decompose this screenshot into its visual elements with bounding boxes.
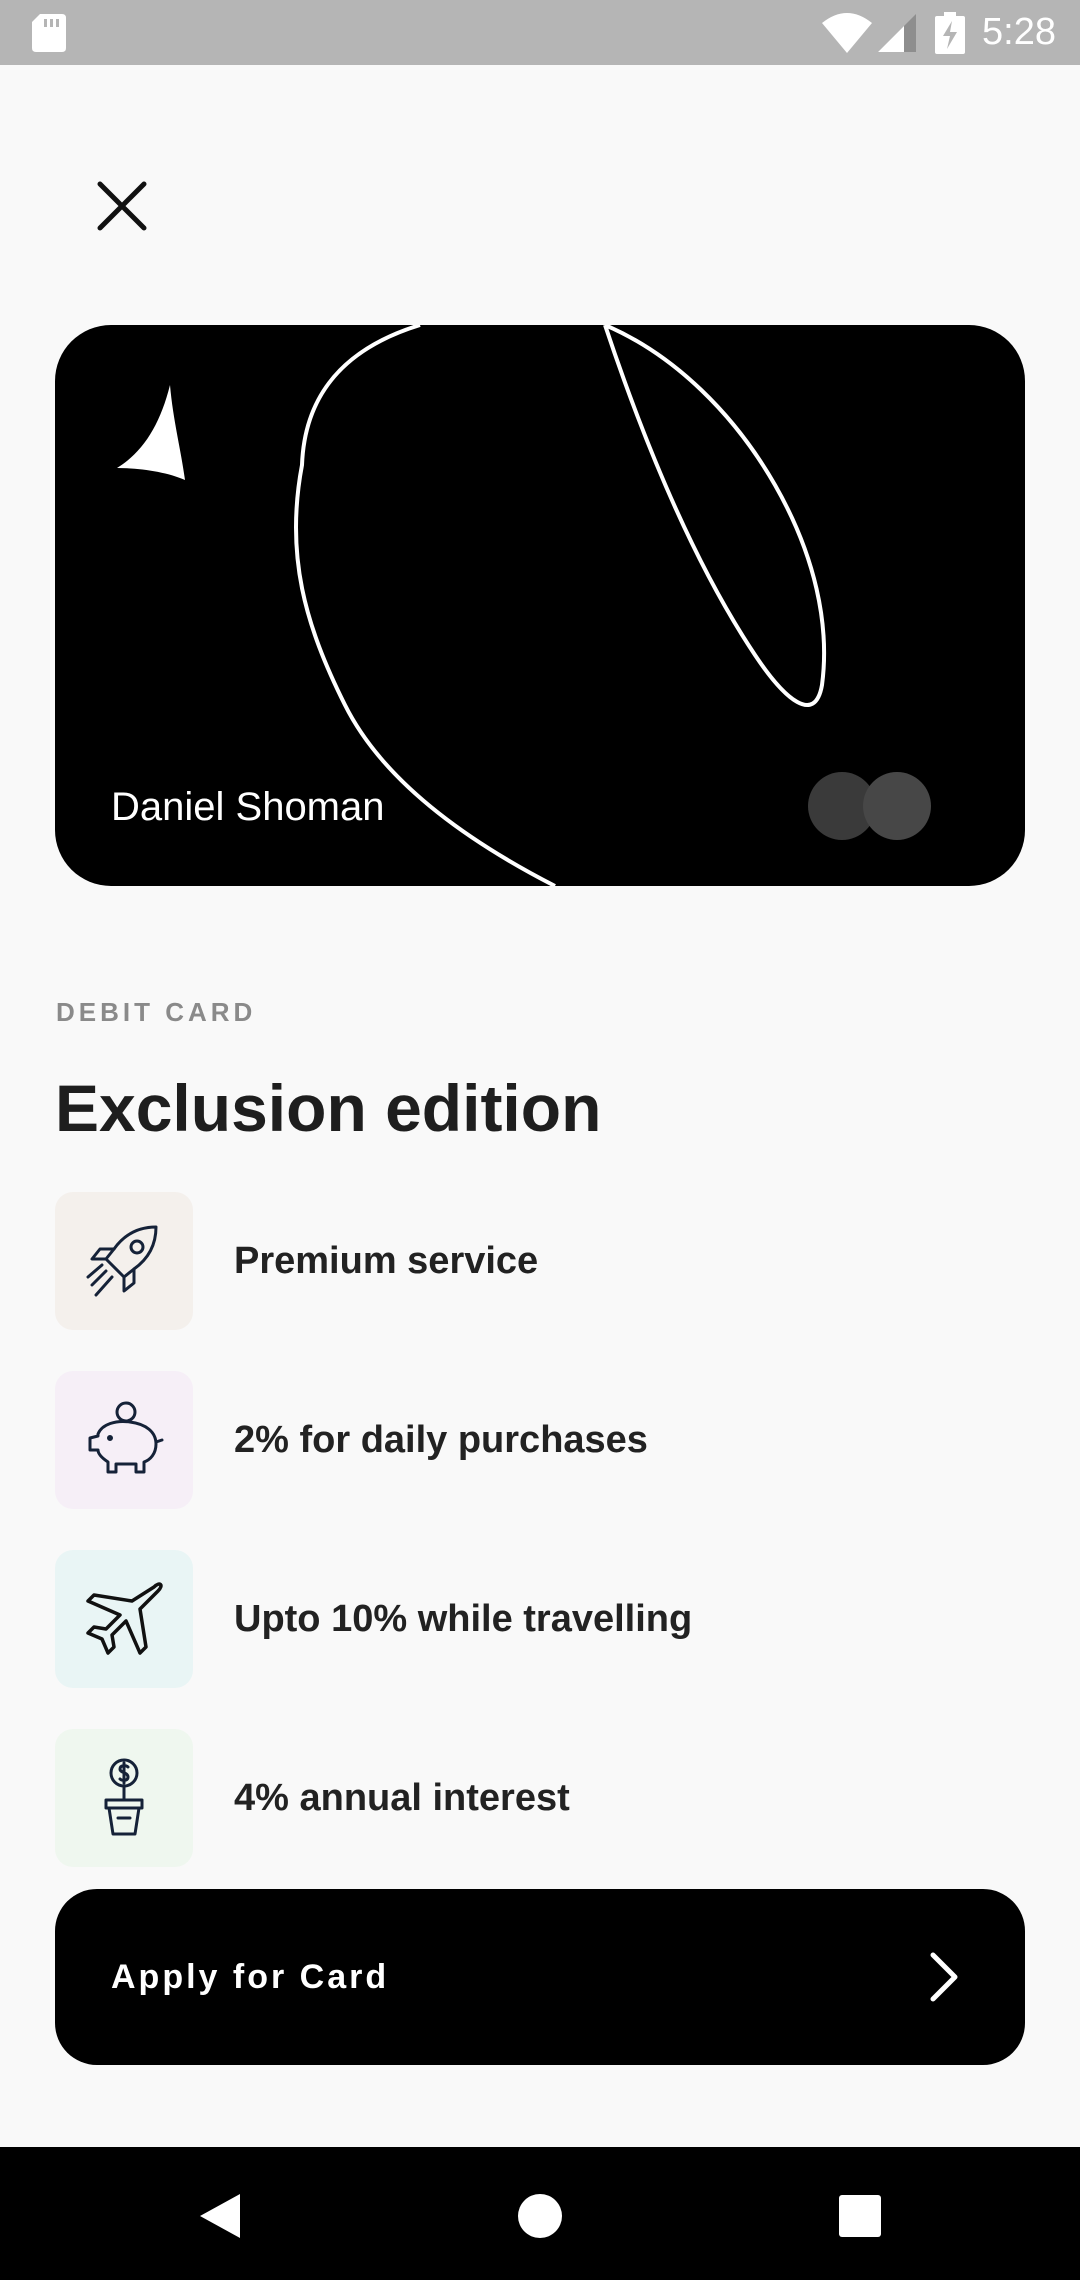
- sd-card-icon: [32, 14, 66, 52]
- card-type-label: DEBIT CARD: [56, 997, 257, 1027]
- rocket-icon: [86, 1225, 158, 1297]
- debit-card-preview: Daniel Shoman: [55, 325, 1025, 886]
- feature-icon-tile: [55, 1729, 193, 1867]
- feature-label: Premium service: [234, 1240, 539, 1282]
- feature-icon-tile: [55, 1550, 193, 1688]
- card-network-icon: [808, 772, 931, 840]
- brand-logo-icon: [117, 385, 185, 480]
- feature-label: Upto 10% while travelling: [234, 1598, 693, 1640]
- status-bar: 5:28: [0, 0, 1080, 65]
- feature-item-annual-interest: 4% annual interest: [55, 1729, 1025, 1867]
- cell-signal-icon: [878, 14, 916, 52]
- feature-icon-tile: [55, 1192, 193, 1330]
- back-icon[interactable]: [196, 2192, 244, 2240]
- apply-button-label: Apply for Card: [111, 1958, 390, 1996]
- feature-item-daily-purchases: 2% for daily purchases: [55, 1371, 1025, 1509]
- recents-icon[interactable]: [838, 2194, 882, 2238]
- wifi-icon: [822, 13, 872, 53]
- home-icon[interactable]: [516, 2192, 564, 2240]
- feature-icon-tile: [55, 1371, 193, 1509]
- status-time: 5:28: [982, 11, 1056, 53]
- close-icon[interactable]: [90, 174, 154, 238]
- airplane-icon: [86, 1582, 163, 1655]
- card-holder-name: Daniel Shoman: [111, 785, 385, 829]
- feature-label: 2% for daily purchases: [234, 1419, 648, 1461]
- apply-for-card-button[interactable]: Apply for Card: [55, 1889, 1025, 2065]
- feature-label: 4% annual interest: [234, 1777, 570, 1819]
- feature-item-travel-cashback: Upto 10% while travelling: [55, 1550, 1025, 1688]
- battery-charging-icon: [935, 12, 965, 54]
- money-plant-icon: [104, 1758, 144, 1836]
- card-title: Exclusion edition: [55, 1071, 602, 1145]
- system-nav-bar: [0, 2147, 1080, 2280]
- feature-item-premium-service: Premium service: [55, 1192, 1025, 1330]
- piggy-bank-icon: [88, 1401, 164, 1474]
- chevron-right-icon: [930, 1952, 958, 2002]
